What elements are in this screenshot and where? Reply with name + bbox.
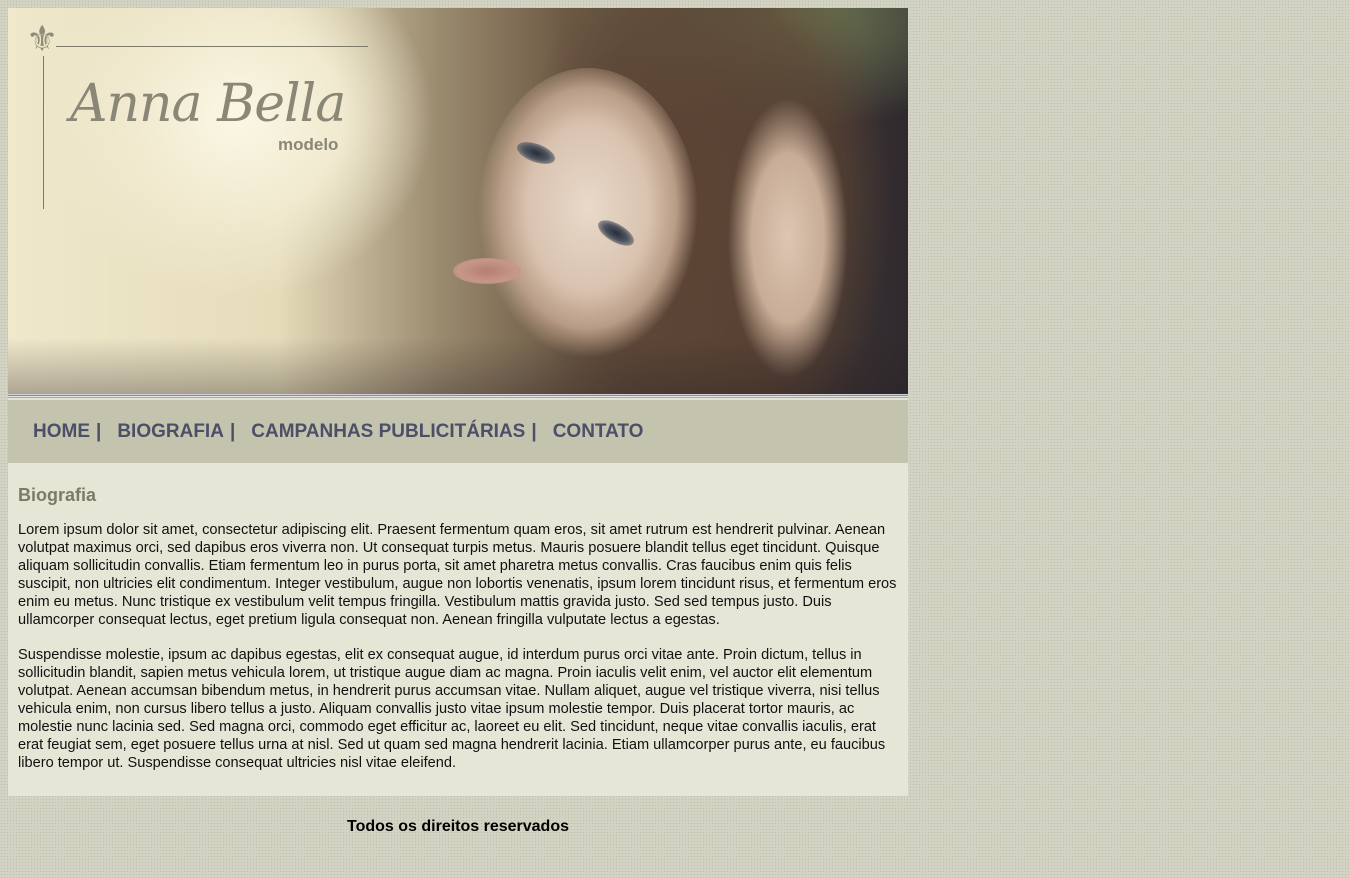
bio-paragraph: Lorem ipsum dolor sit amet, consectetur …: [18, 522, 897, 628]
main-content: Biografia Lorem ipsum dolor sit amet, co…: [8, 463, 908, 796]
nav-link-contato[interactable]: CONTATO: [553, 421, 644, 443]
nav-separator: |: [96, 420, 102, 442]
main-navigation: HOME | BIOGRAFIA | CAMPANHAS PUBLICITÁRI…: [8, 398, 908, 463]
banner-photo-hand: [728, 98, 848, 378]
nav-separator: |: [229, 420, 236, 442]
logo-frame-line-vertical: [43, 56, 44, 209]
banner-shadow: [8, 338, 908, 398]
header-banner: ⚜ Anna Bella modelo: [8, 8, 908, 398]
banner-photo-face: [478, 68, 698, 368]
page-container: ⚜ Anna Bella modelo HOME | BIOGRAFIA | C…: [8, 8, 908, 836]
logo-subtitle: modelo: [278, 135, 339, 154]
nav-link-home[interactable]: HOME: [33, 421, 90, 443]
banner-divider: [8, 394, 908, 398]
footer-copyright: Todos os direitos reservados: [347, 818, 569, 835]
nav-link-campanhas[interactable]: CAMPANHAS PUBLICITÁRIAS: [251, 421, 525, 443]
banner-photo-lips: [453, 258, 521, 284]
bio-paragraph: Suspendisse molestie, ipsum ac dapibus e…: [18, 647, 886, 771]
logo-name: Anna Bella: [70, 74, 346, 134]
nav-separator: |: [531, 420, 537, 442]
logo-frame-line-horizontal: [56, 46, 368, 47]
nav-link-biografia[interactable]: BIOGRAFIA: [117, 421, 224, 443]
page-title: Biografia: [18, 485, 97, 505]
fleur-de-lis-icon: ⚜: [26, 19, 59, 60]
